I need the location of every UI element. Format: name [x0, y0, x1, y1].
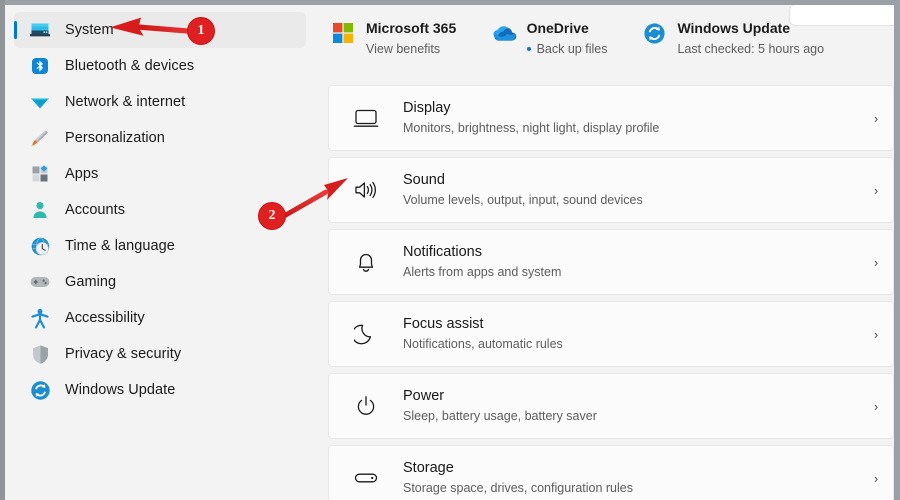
sidebar-item-label: Accessibility [65, 310, 145, 326]
shield-icon [29, 343, 51, 365]
annotation-badge-1: 1 [187, 17, 215, 45]
chevron-right-icon[interactable]: › [859, 111, 893, 126]
settings-row-notifications[interactable]: Notifications Alerts from apps and syste… [328, 229, 894, 295]
settings-row-text: Power Sleep, battery usage, battery save… [403, 387, 859, 425]
settings-row-text: Notifications Alerts from apps and syste… [403, 243, 859, 281]
settings-row-text: Sound Volume levels, output, input, soun… [403, 171, 859, 209]
sidebar-item-label: Personalization [65, 130, 165, 146]
window-right-edge [894, 0, 900, 500]
bell-icon [351, 250, 381, 274]
bluetooth-icon [29, 55, 51, 77]
moon-icon [351, 322, 381, 346]
storage-drive-icon [351, 469, 381, 487]
settings-row-text: Storage Storage space, drives, configura… [403, 459, 859, 497]
settings-row-focus-assist[interactable]: Focus assist Notifications, automatic ru… [328, 301, 894, 367]
apps-icon [29, 163, 51, 185]
status-card-subtitle-text: Last checked: 5 hours ago [677, 42, 825, 56]
settings-row-subtitle: Notifications, automatic rules [403, 337, 563, 351]
sidebar-item-label: Apps [65, 166, 99, 182]
status-card-microsoft-365[interactable]: Microsoft 365 View benefits [320, 17, 481, 58]
settings-rows-list: Display Monitors, brightness, night ligh… [328, 85, 894, 500]
status-card-title: OneDrive [526, 20, 589, 36]
sidebar-item-system[interactable]: System [14, 12, 306, 48]
status-card-title: Windows Update [677, 20, 791, 36]
gamepad-icon [29, 271, 51, 293]
settings-row-sound[interactable]: Sound Volume levels, output, input, soun… [328, 157, 894, 223]
status-card-text: Microsoft 365 View benefits [366, 17, 456, 58]
paintbrush-icon [29, 127, 51, 149]
wifi-icon [29, 91, 51, 113]
sidebar-item-label: Network & internet [65, 94, 186, 110]
person-icon [29, 199, 51, 221]
settings-row-title: Display [403, 100, 451, 116]
settings-row-display[interactable]: Display Monitors, brightness, night ligh… [328, 85, 894, 151]
selection-indicator [14, 21, 17, 39]
settings-row-text: Focus assist Notifications, automatic ru… [403, 315, 859, 353]
sidebar-item-accessibility[interactable]: Accessibility [14, 300, 306, 336]
sync-icon [641, 20, 667, 46]
sync-icon [29, 379, 51, 401]
chevron-right-icon[interactable]: › [859, 327, 893, 342]
sidebar-item-gaming[interactable]: Gaming [14, 264, 306, 300]
speaker-icon [351, 179, 381, 201]
chevron-right-icon[interactable]: › [859, 183, 893, 198]
sidebar-item-privacy-security[interactable]: Privacy & security [14, 336, 306, 372]
sidebar-item-apps[interactable]: Apps [14, 156, 306, 192]
settings-sidebar: System Bluetooth & devices Network & int… [5, 5, 320, 500]
status-card-onedrive[interactable]: OneDrive Back up files [481, 17, 632, 58]
sidebar-item-label: Time & language [65, 238, 175, 254]
settings-row-title: Storage [403, 460, 454, 476]
settings-row-title: Focus assist [403, 316, 484, 332]
settings-main-pane: Microsoft 365 View benefits OneDrive Bac… [320, 5, 894, 500]
status-card-subtitle-text: Back up files [536, 42, 608, 56]
settings-row-title: Sound [403, 172, 445, 188]
sidebar-item-time-language[interactable]: Time & language [14, 228, 306, 264]
chevron-right-icon[interactable]: › [859, 255, 893, 270]
corner-panel-fragment [789, 5, 894, 26]
sidebar-item-personalization[interactable]: Personalization [14, 120, 306, 156]
settings-row-subtitle: Alerts from apps and system [403, 265, 562, 279]
settings-row-title: Power [403, 388, 445, 404]
status-card-title: Microsoft 365 [366, 20, 457, 36]
sidebar-item-network-internet[interactable]: Network & internet [14, 84, 306, 120]
settings-row-text: Display Monitors, brightness, night ligh… [403, 99, 859, 137]
sidebar-item-label: Windows Update [65, 382, 176, 398]
monitor-icon [351, 107, 381, 129]
onedrive-cloud-icon [491, 20, 517, 46]
status-card-subtitle: Last checked: 5 hours ago [677, 40, 824, 58]
microsoft-logo-icon [330, 20, 356, 46]
sidebar-item-windows-update[interactable]: Windows Update [14, 372, 306, 408]
power-icon [351, 394, 381, 418]
status-card-subtitle: View benefits [366, 40, 456, 58]
sidebar-item-label: Accounts [65, 202, 126, 218]
globe-clock-icon [29, 235, 51, 257]
status-card-subtitle: Back up files [526, 40, 608, 58]
settings-row-power[interactable]: Power Sleep, battery usage, battery save… [328, 373, 894, 439]
sidebar-item-label: System [65, 22, 114, 38]
accessibility-icon [29, 307, 51, 329]
sidebar-item-label: Gaming [65, 274, 117, 290]
status-card-text: OneDrive Back up files [526, 17, 608, 58]
settings-window: System Bluetooth & devices Network & int… [0, 0, 900, 500]
settings-row-storage[interactable]: Storage Storage space, drives, configura… [328, 445, 894, 500]
chevron-right-icon[interactable]: › [859, 399, 893, 414]
settings-row-subtitle: Monitors, brightness, night light, displ… [403, 121, 660, 135]
sidebar-item-bluetooth-devices[interactable]: Bluetooth & devices [14, 48, 306, 84]
system-icon [29, 19, 51, 41]
status-card-subtitle-text: View benefits [366, 42, 441, 56]
settings-row-subtitle: Sleep, battery usage, battery saver [403, 409, 597, 423]
settings-row-subtitle: Volume levels, output, input, sound devi… [403, 193, 643, 207]
sidebar-item-label: Bluetooth & devices [65, 58, 195, 74]
annotation-badge-2: 2 [258, 202, 286, 230]
sidebar-item-label: Privacy & security [65, 346, 182, 362]
status-dot-icon [526, 47, 531, 51]
settings-row-subtitle: Storage space, drives, configuration rul… [403, 481, 633, 495]
chevron-right-icon[interactable]: › [859, 471, 893, 486]
settings-row-title: Notifications [403, 244, 482, 260]
